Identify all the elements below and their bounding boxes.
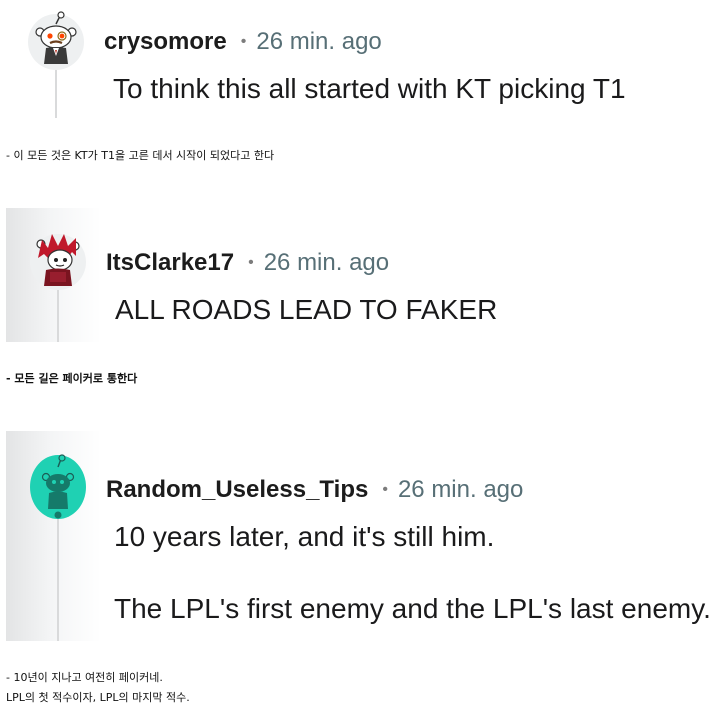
comment-body: ALL ROADS LEAD TO FAKER (115, 294, 498, 325)
snoo-avatar-teal-icon (30, 454, 86, 519)
translation-text: - 이 모든 것은 KT가 T1을 고른 데서 시작이 되었다고 한다 (6, 149, 275, 162)
comment-body-line-1: 10 years later, and it's still him. (114, 521, 495, 552)
comment-card-crysomore: crysomore • 26 min. ago To think this all … (6, 0, 728, 128)
timestamp[interactable]: 26 min. ago (264, 249, 389, 276)
separator-dot: • (240, 33, 247, 50)
timestamp[interactable]: 26 min. ago (256, 28, 381, 55)
thread-line[interactable] (57, 515, 59, 641)
comment-body: To think this all started with KT pickin… (113, 73, 626, 104)
snoo-avatar-red-hair-icon (30, 234, 86, 290)
snoo-avatar-monocle-icon (28, 11, 84, 70)
translation-text-line-1: - 10년이 지나고 여전히 페이커네. (6, 671, 163, 684)
avatar-crysomore[interactable] (26, 10, 86, 70)
username[interactable]: Random_Useless_Tips (106, 476, 368, 503)
translation-text: - 모든 길은 페이커로 통한다 (6, 372, 138, 385)
thread-line[interactable] (57, 288, 59, 342)
avatar-random-useless-tips[interactable] (28, 453, 88, 519)
comment-meta: crysomore • 26 min. ago (104, 27, 382, 60)
separator-dot: • (248, 254, 254, 271)
comment-meta: ItsClarke17 • 26 min. ago (106, 248, 389, 281)
comment-body-line-2: The LPL's first enemy and the LPL's last… (114, 593, 711, 624)
avatar-itsclarke17[interactable] (28, 230, 88, 290)
translation-text-line-2: LPL의 첫 적수이자, LPL의 마지막 적수. (6, 691, 190, 704)
timestamp[interactable]: 26 min. ago (398, 476, 523, 503)
comment-meta: Random_Useless_Tips • 26 min. ago (106, 475, 523, 508)
comment-card-itsclarke17: ItsClarke17 • 26 min. ago ALL ROADS LEAD T… (6, 208, 728, 342)
username[interactable]: crysomore (104, 28, 227, 55)
username[interactable]: ItsClarke17 (106, 249, 234, 276)
comment-card-random-useless-tips: Random_Useless_Tips • 26 min. ago 10 years… (6, 431, 728, 641)
separator-dot: • (382, 481, 388, 498)
